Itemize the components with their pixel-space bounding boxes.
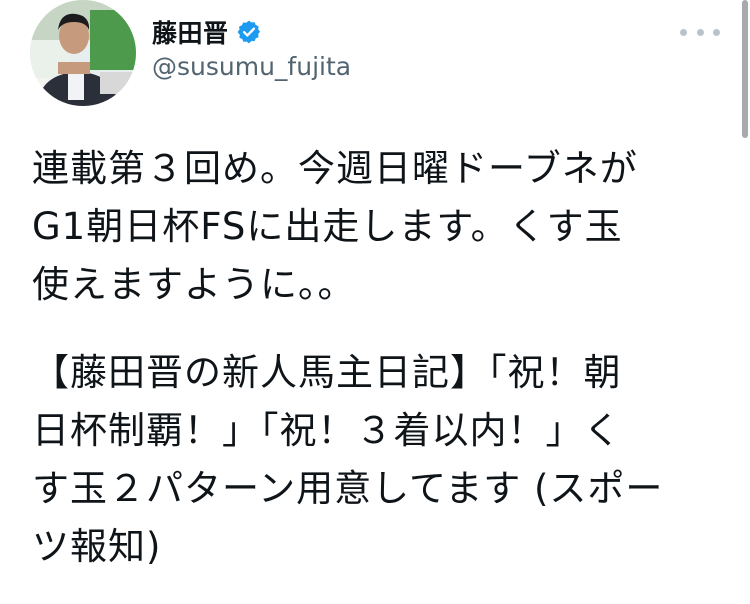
more-dots-icon bbox=[713, 28, 720, 36]
tweet-paragraph-1: 連載第３回め。今週日曜ドーブネが G1朝日杯FSに出走します。くす玉 使えますよ… bbox=[32, 147, 638, 306]
author-name-row[interactable]: 藤田晋 bbox=[152, 12, 262, 52]
tweet-header: 藤田晋 @susumu_fujita bbox=[0, 0, 750, 120]
more-dots-icon bbox=[680, 28, 687, 36]
tweet-paragraph-2: 【藤田晋の新人馬主日記】「祝！朝 日杯制覇！」「祝！３着以内！」く す玉２パター… bbox=[32, 351, 664, 568]
author-handle[interactable]: @susumu_fujita bbox=[152, 52, 351, 81]
verified-badge-icon bbox=[236, 19, 262, 45]
tweet-text: 連載第３回め。今週日曜ドーブネが G1朝日杯FSに出走します。くす玉 使えますよ… bbox=[32, 140, 712, 576]
more-options-button[interactable] bbox=[680, 20, 720, 44]
more-dots-icon bbox=[696, 28, 704, 36]
author-avatar[interactable] bbox=[30, 0, 136, 106]
avatar-photo bbox=[30, 0, 136, 106]
author-display-name[interactable]: 藤田晋 bbox=[152, 14, 229, 50]
scrollbar[interactable] bbox=[742, 0, 748, 138]
